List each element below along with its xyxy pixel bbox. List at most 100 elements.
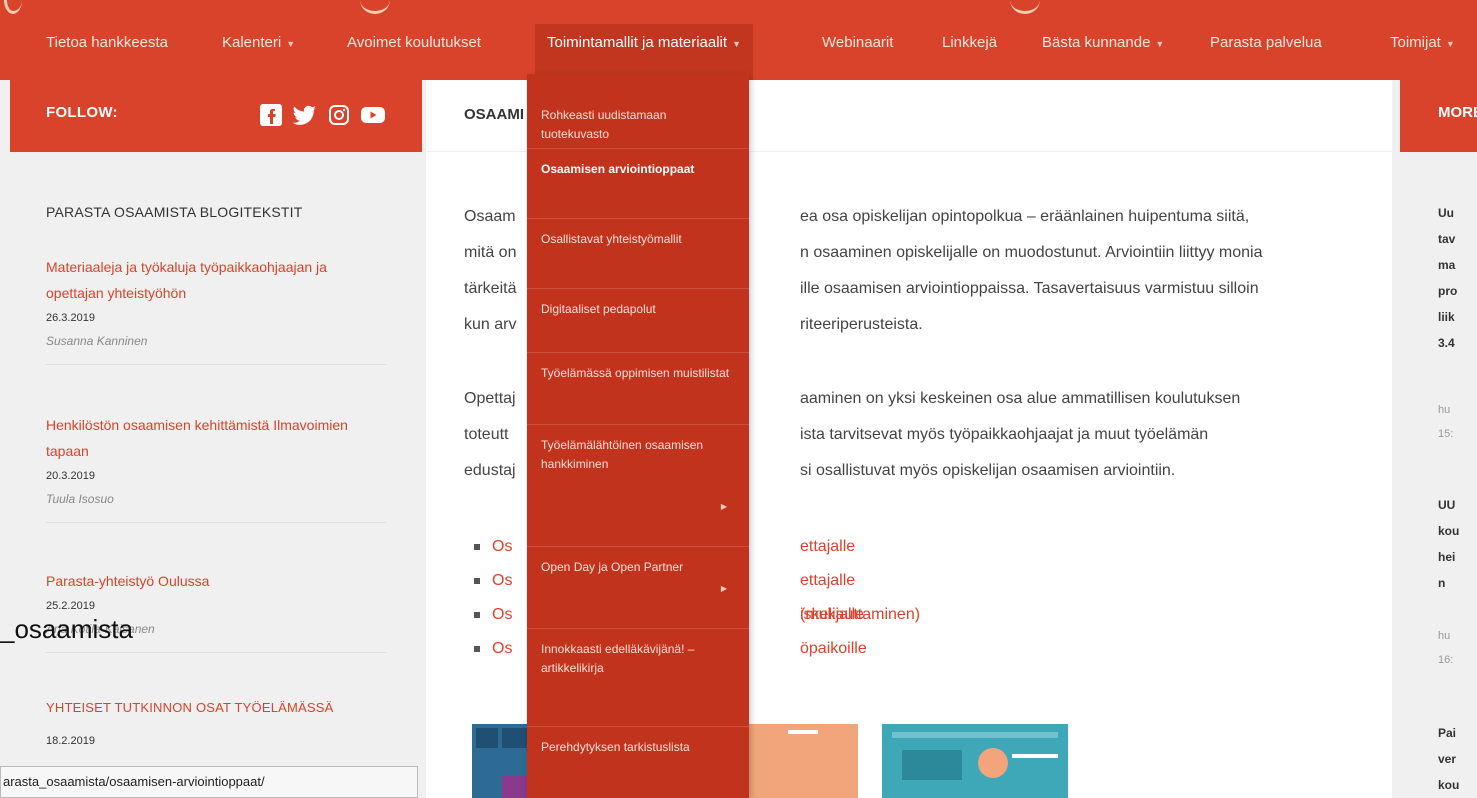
divider bbox=[527, 148, 749, 149]
nav-item-label: Parasta palvelua bbox=[1210, 34, 1322, 51]
social-icons bbox=[258, 102, 386, 128]
nav-item[interactable]: Tietoa hankkeesta bbox=[34, 24, 180, 80]
guide-link[interactable]: Os iskelijalle bbox=[474, 598, 864, 632]
dropdown-menu: Rohkeasti uudistamaan tuotekuvasto Osaami… bbox=[527, 74, 749, 798]
dropdown-item[interactable]: Rohkeasti uudistamaan tuotekuvasto bbox=[527, 106, 749, 144]
news-text[interactable]: tav bbox=[1438, 228, 1477, 250]
blog-post-date: 25.2.2019 bbox=[46, 600, 95, 612]
dropdown-item[interactable]: Osallistavat yhteistyömallit bbox=[527, 230, 749, 249]
news-meta: hu bbox=[1438, 404, 1451, 416]
follow-bar: FOLLOW: bbox=[10, 80, 422, 152]
nav-item[interactable]: Linkkejä bbox=[930, 24, 1009, 80]
blog-post-author: Susanna Kanninen bbox=[46, 334, 148, 348]
nav-item[interactable]: Kalenteri ▼ bbox=[210, 24, 307, 80]
guide-thumbnail[interactable] bbox=[882, 724, 1068, 798]
page-title: OSAAMI bbox=[464, 106, 524, 123]
news-meta: hu bbox=[1438, 630, 1451, 642]
dropdown-item[interactable]: Osaamisen arviointioppaat bbox=[527, 160, 749, 179]
dropdown-item[interactable]: Digitaaliset pedapolut bbox=[527, 300, 749, 319]
follow-label: FOLLOW: bbox=[46, 104, 118, 121]
news-text[interactable]: n bbox=[1438, 572, 1477, 594]
link-text[interactable]: Os bbox=[492, 606, 512, 623]
blog-post-date: 26.3.2019 bbox=[46, 312, 95, 324]
blog-heading: PARASTA OSAAMISTA BLOGITEKSTIT bbox=[46, 204, 303, 220]
text-fragment: Osaam bbox=[464, 208, 516, 225]
divider bbox=[527, 352, 749, 353]
divider bbox=[46, 652, 386, 653]
chevron-right-icon: ▶ bbox=[720, 502, 727, 511]
link-text[interactable]: ettajalle bbox=[800, 530, 855, 564]
link-text[interactable]: iskelijalle bbox=[800, 598, 864, 632]
news-text[interactable]: kou bbox=[1438, 520, 1477, 542]
blog-post-title[interactable]: Parasta-yhteistyö Oulussa bbox=[46, 568, 386, 594]
nav-item-label: Webinaarit bbox=[822, 34, 894, 51]
blog-post-author: Tuula Isosuo bbox=[46, 492, 114, 506]
news-text[interactable]: pro bbox=[1438, 280, 1477, 302]
instagram-icon[interactable] bbox=[326, 102, 352, 128]
link-text[interactable]: Os bbox=[492, 640, 512, 657]
divider bbox=[527, 288, 749, 289]
right-column: Uu tav ma pro liik 3.4 hu 15: UU kou hei n hu 16: Pai v… bbox=[1400, 152, 1477, 798]
text-fragment: ea osa opiskelijan opintopolkua – eräänl… bbox=[800, 208, 1250, 225]
twitter-icon[interactable] bbox=[292, 102, 318, 128]
news-text[interactable]: hei bbox=[1438, 546, 1477, 568]
text-fragment: tärkeitä bbox=[464, 280, 517, 297]
overlay-caption: _osaamista bbox=[0, 614, 133, 644]
news-text[interactable]: 3.4 bbox=[1438, 332, 1477, 354]
dropdown-item[interactable]: Työelämälähtöinen osaamisen hankkiminen bbox=[527, 436, 749, 474]
guide-thumbnail[interactable] bbox=[472, 724, 532, 798]
nav-item[interactable]: Toimijat ▼ bbox=[1378, 24, 1467, 80]
blog-post-title[interactable]: Materiaaleja ja työkaluja työpaikkaohjaa… bbox=[46, 254, 386, 306]
youtube-icon[interactable] bbox=[360, 102, 386, 128]
dropdown-item[interactable]: Innokkaasti edelläkävijänä! – artikkelik… bbox=[527, 640, 749, 678]
nav-item[interactable]: Bästa kunnande ▼ bbox=[1030, 24, 1176, 80]
dropdown-item[interactable]: Open Day ja Open Partner bbox=[527, 558, 749, 577]
left-sidebar: PARASTA OSAAMISTA BLOGITEKSTIT Materiaal… bbox=[10, 152, 422, 798]
chevron-right-icon: ▶ bbox=[720, 584, 727, 593]
blog-post: Henkilöstön osaamisen kehittämistä Ilmav… bbox=[46, 412, 386, 523]
guide-link[interactable]: Os ettajalle (mukauttaminen) bbox=[474, 564, 920, 623]
news-text[interactable]: Pai bbox=[1438, 722, 1477, 744]
nav-item-label: Avoimet koulutukset bbox=[347, 34, 481, 51]
status-bar-url: arasta_osaamista/osaamisen-arviointioppa… bbox=[0, 766, 418, 798]
more-bar: MORE bbox=[1400, 80, 1477, 152]
link-text[interactable]: öpaikoille bbox=[800, 632, 867, 666]
facebook-icon[interactable] bbox=[258, 102, 284, 128]
divider bbox=[527, 424, 749, 425]
guide-links: Os ettajalle Os ettajalle (mukauttaminen) … bbox=[474, 530, 920, 666]
news-text[interactable]: ma bbox=[1438, 254, 1477, 276]
news-text[interactable]: liik bbox=[1438, 306, 1477, 328]
logo-arc bbox=[4, 0, 22, 14]
nav-item-label: Tietoa hankkeesta bbox=[46, 34, 169, 51]
top-navigation: Tietoa hankkeesta Kalenteri ▼ Avoimet koulu… bbox=[0, 0, 1477, 80]
dropdown-item[interactable]: Työelämässä oppimisen muistilistat bbox=[527, 364, 749, 383]
chevron-down-icon: ▼ bbox=[286, 39, 296, 49]
nav-item[interactable]: Webinaarit bbox=[810, 24, 905, 80]
text-fragment: mitä on bbox=[464, 244, 517, 261]
link-text[interactable]: Os bbox=[492, 572, 512, 589]
text-fragment: aaminen on yksi keskeinen osa alue ammat… bbox=[800, 390, 1241, 407]
news-text[interactable]: kou bbox=[1438, 774, 1477, 796]
nav-item[interactable]: Toimintamallit ja materiaalit ▼ bbox=[535, 24, 753, 80]
blog-post-title[interactable]: Henkilöstön osaamisen kehittämistä Ilmav… bbox=[46, 412, 386, 464]
news-text[interactable]: UU bbox=[1438, 494, 1477, 516]
guide-thumbnail[interactable] bbox=[748, 724, 858, 798]
nav-item[interactable]: Avoimet koulutukset bbox=[335, 24, 493, 80]
text-fragment: ille osaamisen arviointioppaissa. Tasave… bbox=[800, 280, 1259, 297]
guide-link[interactable]: Os öpaikoille bbox=[474, 632, 867, 666]
news-text[interactable]: Uu bbox=[1438, 202, 1477, 224]
nav-item-label: Bästa kunnande bbox=[1042, 34, 1151, 51]
dropdown-item[interactable]: Perehdytyksen tarkistuslista bbox=[527, 738, 749, 757]
section-heading[interactable]: YHTEISET TUTKINNON OSAT TYÖELÄMÄSSÄ bbox=[46, 700, 334, 715]
divider bbox=[527, 218, 749, 219]
divider bbox=[527, 726, 749, 727]
guide-link[interactable]: Os ettajalle bbox=[474, 530, 855, 564]
text-fragment: n osaaminen opiskelijalle on muodostunut… bbox=[800, 244, 1263, 261]
text-fragment: Opettaj bbox=[464, 390, 516, 407]
blog-post-date: 20.3.2019 bbox=[46, 470, 95, 482]
news-text[interactable]: ver bbox=[1438, 748, 1477, 770]
logo-arc bbox=[1010, 0, 1040, 14]
nav-item-label: Toimijat bbox=[1390, 34, 1441, 51]
nav-item[interactable]: Parasta palvelua bbox=[1198, 24, 1334, 80]
link-text[interactable]: Os bbox=[492, 538, 512, 555]
